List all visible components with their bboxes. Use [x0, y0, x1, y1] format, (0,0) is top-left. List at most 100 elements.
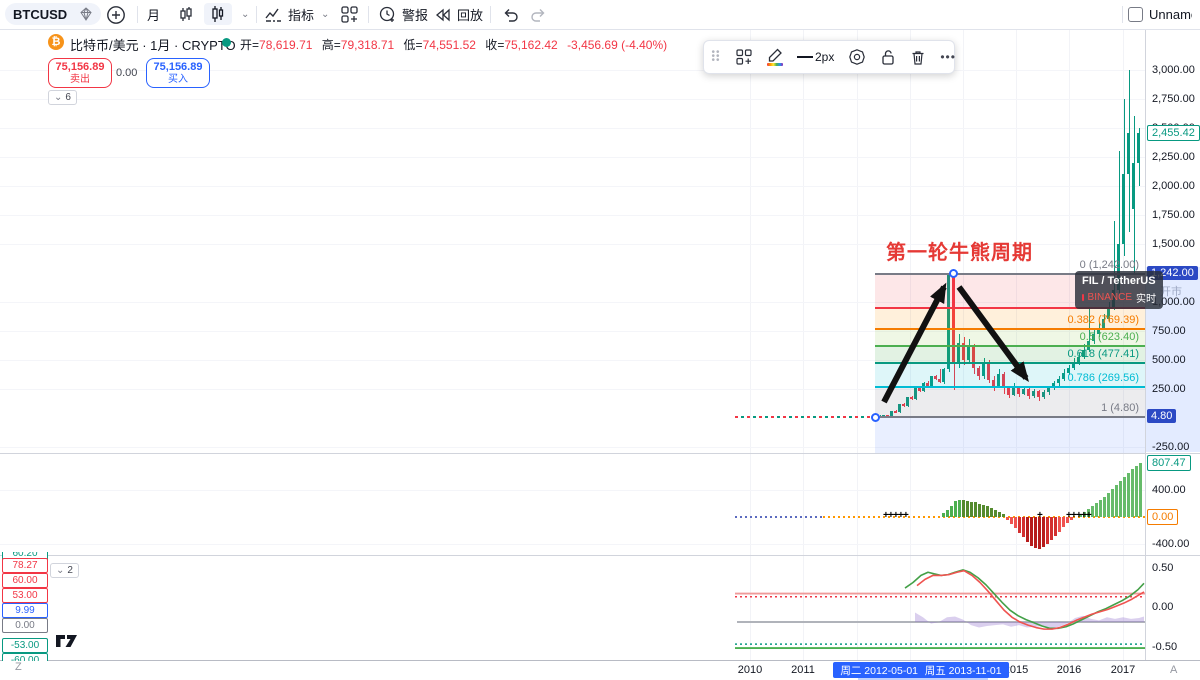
fib-level-line — [875, 361, 1145, 364]
left-price-label: 0.00 — [2, 618, 48, 633]
candle-body — [1132, 162, 1135, 210]
range-end-date: 周五 2013-11-01 — [924, 664, 1002, 677]
indicators-button[interactable]: 指标 — [264, 0, 314, 29]
candle-body — [910, 397, 913, 400]
watchlist-header[interactable]: Unnamed — [1128, 0, 1192, 29]
more-options-button[interactable]: ••• — [933, 43, 963, 71]
undo-button[interactable] — [501, 0, 519, 29]
hist-bar — [1118, 481, 1122, 517]
interval-button[interactable]: 月 — [147, 0, 160, 29]
gear-icon — [849, 49, 866, 65]
checkbox-icon[interactable] — [1128, 7, 1143, 22]
bottom-indicators-collapse-chip[interactable]: ⌄ 2 — [50, 563, 79, 578]
alert-button[interactable]: 警报 — [378, 0, 428, 29]
fib-anchor-start[interactable] — [871, 413, 880, 422]
rainbow-color-bar — [767, 63, 783, 66]
toolbar-drag-handle[interactable]: •• •• •• — [704, 43, 728, 71]
replay-button[interactable]: 回放 — [434, 0, 483, 29]
candle-body — [1032, 391, 1035, 396]
line-width-button[interactable]: 2px — [790, 43, 841, 71]
symbol-title[interactable]: 比特币/美元 · 1月 · CRYPTO — [70, 35, 236, 54]
toolbar-separator — [1122, 6, 1123, 23]
candle-body — [1027, 389, 1030, 396]
corner-letter-z: Z — [15, 661, 22, 673]
chart-style-hollow-button[interactable] — [176, 0, 196, 29]
chart-style-selected-button[interactable] — [204, 3, 232, 25]
candle-body — [882, 414, 885, 417]
sell-button[interactable]: 75,156.89 卖出 — [48, 58, 112, 88]
chart-style-dropdown[interactable]: ⌄ — [238, 0, 249, 29]
grid-vline — [803, 30, 804, 660]
indicators-label: 指标 — [288, 8, 315, 23]
template-button[interactable] — [728, 43, 760, 71]
layout-grid-button[interactable] — [340, 0, 359, 29]
redo-icon — [531, 8, 545, 22]
delete-button[interactable] — [903, 43, 933, 71]
hist-bar — [953, 501, 957, 517]
change-value: -3,456.69 (-4.40%) — [567, 38, 668, 52]
year-tick[interactable]: 2017 — [1111, 664, 1135, 676]
symbol-search-box[interactable]: BTCUSD — [5, 3, 101, 25]
year-tick[interactable]: 2010 — [738, 664, 762, 676]
symbol-tooltip: FIL / TetherUS BINANCE 实时 — [1075, 271, 1163, 309]
grid-vline — [910, 30, 911, 660]
hist-bar — [1029, 517, 1033, 547]
compare-add-button[interactable] — [106, 0, 126, 29]
fib-retracement-drawing[interactable]: 0 (1,242.00) 0.382 (769.39) 0.5 (623.40) 0.… — [875, 0, 1145, 680]
buy-button[interactable]: 75,156.89 买入 — [146, 58, 210, 88]
price-tick: 3,000.00 — [1152, 64, 1195, 76]
alert-clock-icon — [379, 6, 395, 22]
fil-price-label: 2,455.42 — [1147, 125, 1200, 142]
pane-separator[interactable] — [0, 555, 1200, 556]
corner-letter-a[interactable]: A — [1170, 664, 1177, 676]
candle-body — [1062, 372, 1065, 379]
hist-bar — [997, 511, 1001, 517]
grid-hline — [0, 544, 1145, 545]
candle-body — [1042, 392, 1045, 398]
tradingview-logo-icon[interactable] — [55, 632, 79, 650]
time-axis[interactable]: 2010 2011 2015 2016 2017 周二 2012-05-01 周五 20… — [0, 661, 1200, 680]
symbol-name: BTCUSD — [13, 6, 68, 22]
grid-layout-icon — [341, 6, 358, 23]
year-tick[interactable]: 2016 — [1057, 664, 1081, 676]
hist-bar — [977, 503, 981, 517]
price-tick: 250.00 — [1152, 383, 1186, 395]
hist-bar — [1017, 517, 1021, 533]
candle-body — [1137, 133, 1140, 163]
toolbar-separator — [137, 6, 138, 23]
fib-level-label: 0.786 (269.56) — [1067, 371, 1139, 384]
grid-hline — [0, 331, 1145, 332]
gem-icon[interactable] — [79, 7, 93, 21]
fib-anchor-end[interactable] — [949, 269, 958, 278]
hist-bar — [1037, 517, 1041, 549]
cycle-annotation-text[interactable]: 第一轮牛熊周期 — [886, 236, 1033, 265]
rewind-icon — [435, 8, 450, 21]
candle-body — [977, 368, 980, 377]
line-icon — [797, 56, 813, 58]
collapse-count: 2 — [67, 565, 73, 576]
watchlist-title: Unnamed — [1149, 7, 1192, 22]
candle-body — [972, 346, 975, 369]
toolbar-separator — [490, 6, 491, 23]
candle-body — [1092, 334, 1095, 342]
osc-tick: 0.50 — [1152, 561, 1174, 574]
candle-body — [997, 373, 1000, 386]
redo-button[interactable] — [530, 0, 548, 29]
candle-body — [1077, 356, 1080, 363]
pane-separator[interactable] — [0, 453, 1200, 454]
indicators-dropdown[interactable]: ⌄ — [318, 0, 329, 29]
grid-vline — [1069, 30, 1070, 660]
unlock-icon — [882, 49, 895, 65]
hist-bar — [989, 507, 993, 517]
high-label: 高 — [321, 38, 334, 52]
candle-body — [914, 388, 917, 400]
year-tick[interactable]: 2011 — [791, 664, 815, 676]
main-indicators-collapse-chip[interactable]: ⌄ 6 — [48, 90, 77, 105]
color-picker-button[interactable] — [760, 43, 790, 71]
candle-body — [967, 346, 970, 360]
alert-label: 警报 — [402, 8, 429, 23]
grid-hline — [0, 215, 1145, 216]
sell-price: 75,156.89 — [55, 61, 105, 74]
settings-button[interactable] — [841, 43, 873, 71]
lock-button[interactable] — [873, 43, 903, 71]
